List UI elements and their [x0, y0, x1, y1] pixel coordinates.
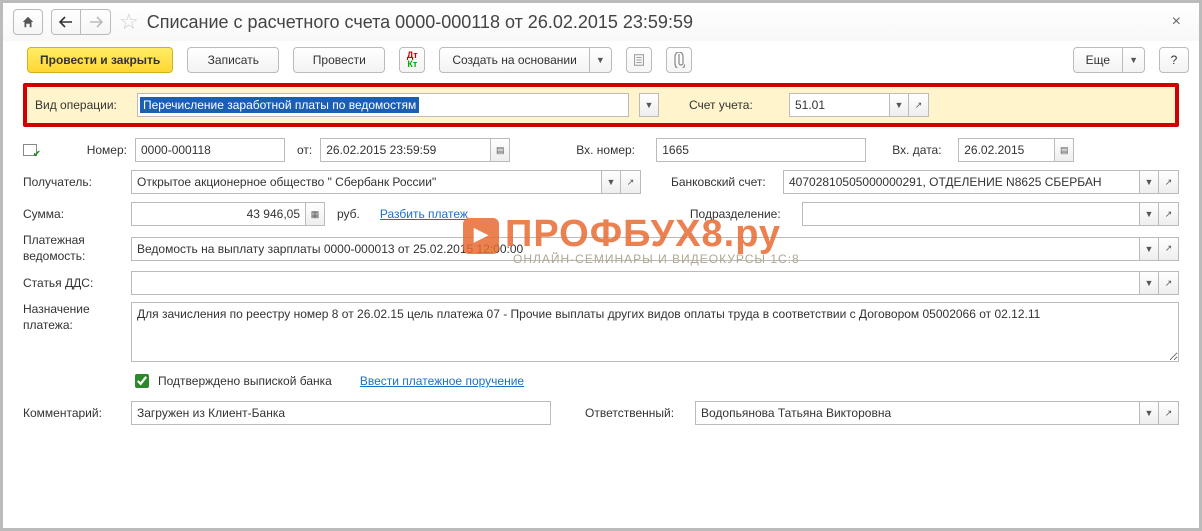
page-title: Списание с расчетного счета 0000-000118 … [147, 12, 693, 33]
attachment-icon-button[interactable] [666, 47, 692, 73]
sum-calc-icon[interactable]: ▦ [305, 202, 325, 226]
account-field[interactable] [789, 93, 889, 117]
dds-label: Статья ДДС: [23, 276, 123, 290]
split-payment-link[interactable]: Разбить платеж [380, 207, 468, 221]
comment-field[interactable] [131, 401, 551, 425]
save-button[interactable]: Записать [187, 47, 279, 73]
payroll-dropdown-icon[interactable]: ▼ [1139, 237, 1159, 261]
recipient-field[interactable] [131, 170, 601, 194]
purpose-field[interactable] [131, 302, 1179, 362]
number-field[interactable] [135, 138, 285, 162]
operation-type-row: Вид операции: Перечисление заработной пл… [23, 83, 1179, 127]
bank-account-open-icon[interactable]: ↗ [1159, 170, 1179, 194]
account-field-group: ▼ ↗ [789, 93, 929, 117]
enter-payment-order-link[interactable]: Ввести платежное поручение [360, 374, 524, 388]
bank-account-label: Банковский счет: [671, 175, 775, 189]
back-button[interactable] [51, 9, 81, 35]
submit-button[interactable]: Провести [293, 47, 385, 73]
bank-account-dropdown-icon[interactable]: ▼ [1139, 170, 1159, 194]
responsible-label: Ответственный: [585, 406, 687, 420]
confirm-row: Подтверждено выпиской банка Ввести плате… [23, 368, 1179, 394]
create-based-button[interactable]: Создать на основании [439, 47, 590, 73]
sum-label: Сумма: [23, 207, 123, 221]
confirmed-check-input[interactable] [135, 374, 149, 388]
operation-type-dropdown-icon[interactable]: ▼ [639, 93, 659, 117]
home-button[interactable] [13, 9, 43, 35]
recipient-dropdown-icon[interactable]: ▼ [601, 170, 621, 194]
date-field[interactable] [320, 138, 490, 162]
dds-dropdown-icon[interactable]: ▼ [1139, 271, 1159, 295]
responsible-dropdown-icon[interactable]: ▼ [1139, 401, 1159, 425]
dept-field[interactable] [802, 202, 1139, 226]
titlebar: ☆ Списание с расчетного счета 0000-00011… [3, 3, 1199, 41]
dept-label: Подразделение: [690, 207, 794, 221]
recipient-open-icon[interactable]: ↗ [621, 170, 641, 194]
number-row: Номер: от: ▤ Вх. номер: Вх. дата: ▤ [23, 137, 1179, 163]
in-number-label: Вх. номер: [576, 143, 648, 157]
purpose-label: Назначениеплатежа: [23, 302, 123, 333]
toolbar: Провести и закрыть Записать Провести Дт … [3, 41, 1199, 83]
comment-row: Комментарий: Ответственный: ▼ ↗ [23, 400, 1179, 426]
in-date-label: Вх. дата: [892, 143, 950, 157]
forward-button[interactable] [81, 9, 111, 35]
operation-type-label: Вид операции: [35, 98, 127, 112]
number-label: Номер: [49, 143, 127, 157]
operation-type-field[interactable]: Перечисление заработной платы по ведомос… [137, 93, 629, 117]
status-posted-icon [23, 142, 41, 158]
date-calendar-icon[interactable]: ▤ [490, 138, 510, 162]
dds-open-icon[interactable]: ↗ [1159, 271, 1179, 295]
more-button[interactable]: Еще [1073, 47, 1123, 73]
in-date-field[interactable] [958, 138, 1054, 162]
comment-label: Комментарий: [23, 406, 123, 420]
more-dropdown[interactable]: ▼ [1123, 47, 1145, 73]
responsible-open-icon[interactable]: ↗ [1159, 401, 1179, 425]
close-button[interactable]: × [1164, 9, 1189, 35]
operation-type-value: Перечисление заработной платы по ведомос… [140, 97, 419, 113]
print-icon-button[interactable] [626, 47, 652, 73]
posting-status-icon[interactable]: Дт Кт [399, 47, 425, 73]
from-label: от: [297, 143, 312, 157]
confirmed-label: Подтверждено выпиской банка [158, 374, 332, 388]
responsible-field[interactable] [695, 401, 1139, 425]
dept-open-icon[interactable]: ↗ [1159, 202, 1179, 226]
confirmed-checkbox[interactable]: Подтверждено выпиской банка [131, 371, 332, 391]
dds-field[interactable] [131, 271, 1139, 295]
in-date-calendar-icon[interactable]: ▤ [1054, 138, 1074, 162]
in-number-field[interactable] [656, 138, 866, 162]
account-open-icon[interactable]: ↗ [909, 93, 929, 117]
sum-field[interactable] [131, 202, 305, 226]
dds-row: Статья ДДС: ▼ ↗ [23, 270, 1179, 296]
more-group: Еще ▼ [1073, 47, 1145, 73]
dept-dropdown-icon[interactable]: ▼ [1139, 202, 1159, 226]
purpose-row: Назначениеплатежа: [23, 302, 1179, 362]
submit-close-button[interactable]: Провести и закрыть [27, 47, 173, 73]
window: ☆ Списание с расчетного счета 0000-00011… [0, 0, 1202, 531]
sum-unit: руб. [337, 207, 360, 221]
create-based-group: Создать на основании ▼ [439, 47, 611, 73]
payroll-label: Платежнаяведомость: [23, 233, 123, 264]
form: Вид операции: Перечисление заработной пл… [3, 83, 1199, 442]
payroll-field[interactable] [131, 237, 1139, 261]
sum-row: Сумма: ▦ руб. Разбить платеж Подразделен… [23, 201, 1179, 227]
recipient-row: Получатель: ▼ ↗ Банковский счет: ▼ ↗ [23, 169, 1179, 195]
help-button[interactable]: ? [1159, 47, 1189, 73]
bank-account-field[interactable] [783, 170, 1139, 194]
nav-group [51, 9, 111, 35]
payroll-row: Платежнаяведомость: ▼ ↗ [23, 233, 1179, 264]
create-based-dropdown[interactable]: ▼ [590, 47, 612, 73]
payroll-open-icon[interactable]: ↗ [1159, 237, 1179, 261]
account-label: Счет учета: [689, 98, 779, 112]
favorite-star-icon[interactable]: ☆ [119, 9, 139, 35]
account-dropdown-icon[interactable]: ▼ [889, 93, 909, 117]
recipient-label: Получатель: [23, 175, 123, 189]
